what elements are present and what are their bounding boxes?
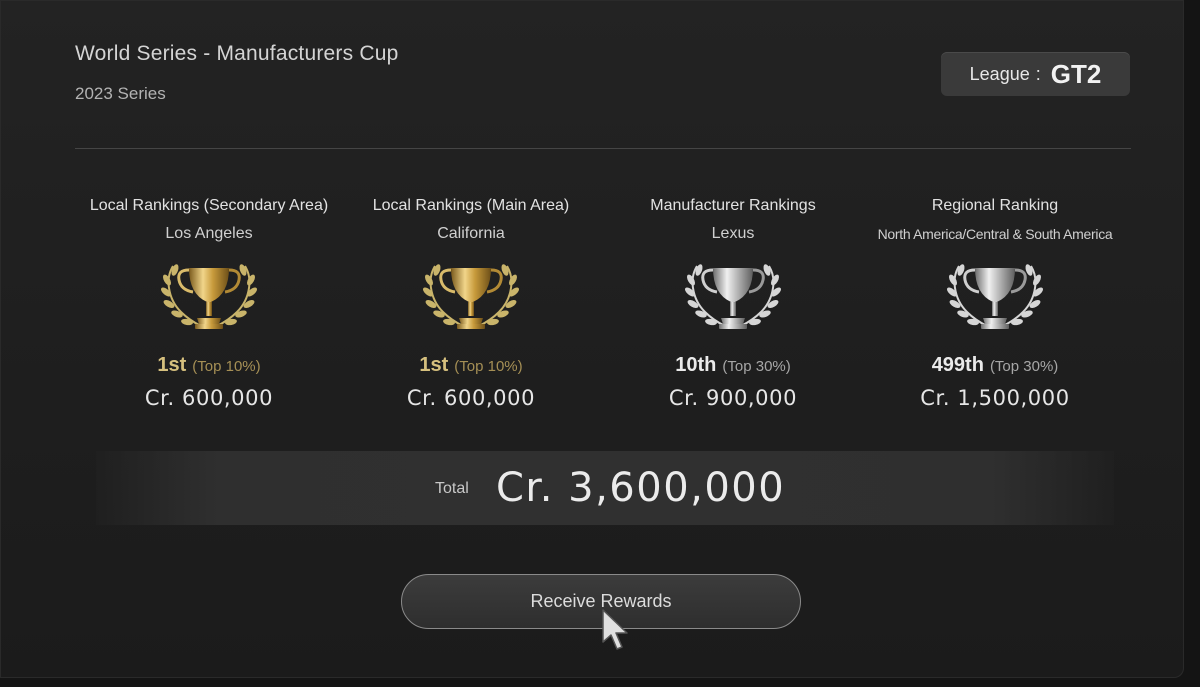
ranking-position: 1st bbox=[419, 354, 449, 376]
ranking-position: 10th bbox=[675, 354, 717, 376]
ranking-column-main-area: Local Rankings (Main Area) California 1s… bbox=[336, 196, 606, 410]
total-label: Total bbox=[435, 480, 469, 497]
ranking-position: 499th bbox=[931, 354, 984, 376]
ranking-area: Lexus bbox=[711, 225, 755, 242]
ranking-area: California bbox=[437, 225, 505, 242]
ranking-result: 1st (Top 10%) bbox=[336, 352, 606, 378]
total-value: Cr. 3,600,000 bbox=[496, 465, 786, 511]
league-label: League bbox=[969, 63, 1030, 84]
ranking-result: 499th (Top 30%) bbox=[860, 352, 1130, 378]
ranking-result: 10th (Top 30%) bbox=[598, 352, 868, 378]
ranking-heading: Local Rankings (Main Area) bbox=[372, 197, 570, 214]
ranking-heading: Manufacturer Rankings bbox=[650, 197, 816, 214]
silver-trophy-icon bbox=[935, 258, 1055, 338]
ranking-result: 1st (Top 10%) bbox=[74, 352, 344, 378]
league-colon: : bbox=[1035, 63, 1041, 84]
ranking-reward: Cr. 600,000 bbox=[144, 386, 274, 410]
ranking-column-manufacturer: Manufacturer Rankings Lexus 10th (Top 30%… bbox=[598, 196, 868, 410]
ranking-reward: Cr. 1,500,000 bbox=[920, 386, 1070, 410]
league-value: GT2 bbox=[1050, 58, 1102, 89]
ranking-column-secondary-area: Local Rankings (Secondary Area) Los Ange… bbox=[74, 196, 344, 410]
ranking-heading: Regional Ranking bbox=[931, 197, 1059, 214]
rewards-panel: World Series - Manufacturers Cup 2023 Se… bbox=[0, 0, 1184, 678]
ranking-position: 1st bbox=[157, 354, 187, 376]
ranking-column-regional: Regional Ranking North America/Central &… bbox=[860, 196, 1130, 410]
gold-trophy-icon bbox=[411, 258, 531, 338]
ranking-area: North America/Central & South America bbox=[877, 226, 1113, 242]
league-badge: League : GT2 bbox=[941, 52, 1130, 96]
ranking-percentile: (Top 30%) bbox=[722, 358, 791, 375]
silver-trophy-icon bbox=[673, 258, 793, 338]
ranking-reward: Cr. 600,000 bbox=[406, 386, 536, 410]
ranking-percentile: (Top 30%) bbox=[989, 358, 1059, 375]
event-title: World Series - Manufacturers Cup bbox=[75, 42, 399, 65]
ranking-heading: Local Rankings (Secondary Area) bbox=[89, 197, 329, 214]
header-divider bbox=[75, 148, 1131, 149]
mouse-pointer-icon bbox=[602, 609, 628, 650]
ranking-reward: Cr. 900,000 bbox=[668, 386, 798, 410]
ranking-percentile: (Top 10%) bbox=[454, 358, 523, 375]
gold-trophy-icon bbox=[149, 258, 269, 338]
ranking-percentile: (Top 10%) bbox=[192, 358, 261, 375]
event-subtitle: 2023 Series bbox=[75, 84, 166, 103]
ranking-area: Los Angeles bbox=[165, 225, 253, 242]
